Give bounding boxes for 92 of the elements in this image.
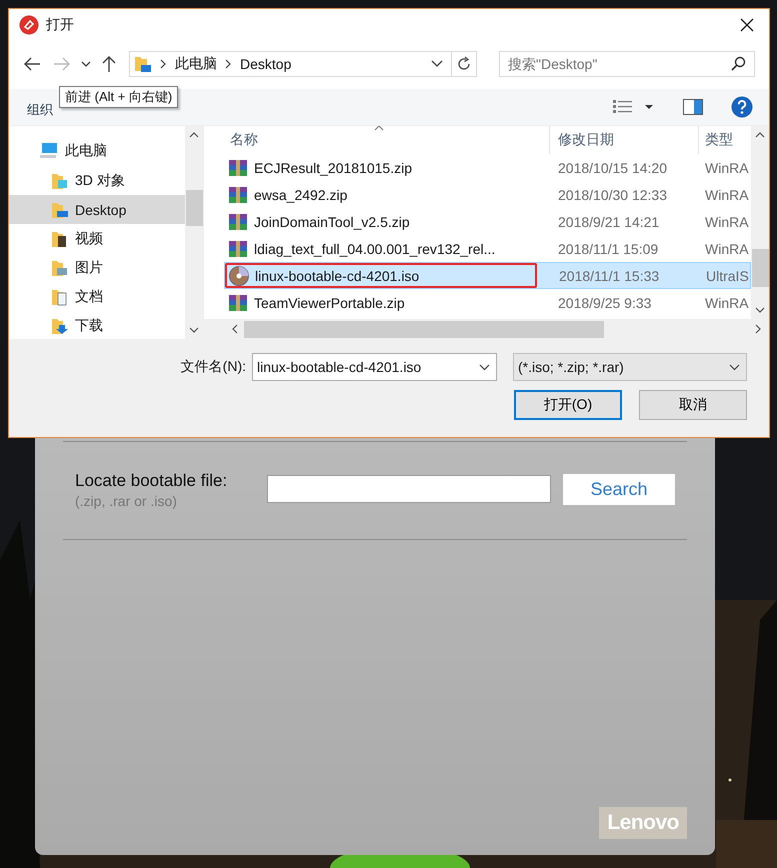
file-row[interactable]: ECJResult_20181015.zip 2018/10/15 14:20 WinRA bbox=[224, 154, 751, 181]
modified-date: 2018/9/21 14:21 bbox=[557, 214, 660, 230]
scroll-left-icon[interactable] bbox=[232, 324, 238, 334]
file-row[interactable]: linux-bootable-cd-4201.iso 2018/11/1 15:33 UltraIS bbox=[224, 262, 751, 289]
column-header[interactable]: 名称 bbox=[224, 126, 550, 154]
caret-icon[interactable] bbox=[81, 61, 91, 67]
scroll-down-icon[interactable] bbox=[189, 327, 199, 333]
chevron-icon bbox=[225, 59, 232, 69]
folder-icon bbox=[51, 316, 69, 334]
file-type-hint: (.zip, .rar or .iso) bbox=[75, 493, 178, 509]
search-icon bbox=[731, 56, 746, 71]
open-button[interactable]: 打开(O) bbox=[514, 390, 622, 420]
search-button[interactable]: Search bbox=[563, 474, 675, 505]
sidebar-item[interactable]: Desktop bbox=[9, 195, 185, 224]
folder-icon bbox=[51, 200, 69, 218]
scroll-up-icon[interactable] bbox=[755, 132, 765, 138]
disc-icon bbox=[229, 266, 249, 286]
cancel-button[interactable]: 取消 bbox=[639, 390, 747, 420]
sidebar-item[interactable]: 3D 对象 bbox=[9, 166, 185, 195]
folder-icon bbox=[51, 288, 69, 306]
sidebar-item[interactable]: 下载 bbox=[9, 311, 185, 339]
help-icon[interactable] bbox=[731, 96, 753, 118]
sidebar-item[interactable]: 此电脑 bbox=[9, 136, 185, 166]
scrollbar-thumb[interactable] bbox=[186, 190, 202, 226]
file-row[interactable]: TeamViewerPortable.zip 2018/9/25 9:33 WinRA bbox=[224, 289, 751, 316]
sidebar-item[interactable]: 图片 bbox=[9, 253, 185, 282]
folder-icon bbox=[51, 258, 69, 276]
caret-icon bbox=[479, 364, 490, 370]
file-name-label: 文件名(N): bbox=[180, 358, 246, 376]
file-type: WinRA bbox=[704, 240, 750, 256]
file-path-field[interactable] bbox=[267, 475, 551, 503]
file-row[interactable]: ewsa_2492.zip 2018/10/30 12:33 WinRA bbox=[224, 181, 751, 208]
file-name: JoinDomainTool_v2.5.zip bbox=[254, 214, 410, 230]
file-name: ewsa_2492.zip bbox=[254, 186, 348, 202]
computer-icon bbox=[39, 143, 59, 159]
caret-icon bbox=[729, 364, 740, 370]
archive-icon bbox=[228, 186, 248, 202]
file-type: UltraIS bbox=[705, 268, 750, 284]
scrollbar[interactable] bbox=[185, 126, 203, 339]
folder-icon bbox=[51, 230, 69, 248]
caret-icon[interactable] bbox=[431, 60, 443, 68]
archive-icon bbox=[228, 160, 248, 176]
folder-icon bbox=[134, 55, 152, 73]
lenovo-logo: Lenovo bbox=[599, 807, 687, 839]
locate-label: Locate bootable file: bbox=[75, 471, 228, 491]
file-name: ldiag_text_full_04.00.001_rev132_rel... bbox=[254, 240, 496, 256]
sidebar-item[interactable]: 视频 bbox=[9, 224, 185, 253]
file-type: WinRA bbox=[704, 214, 750, 230]
scrollbar-thumb[interactable] bbox=[244, 320, 604, 338]
archive-icon bbox=[228, 240, 248, 256]
breadcrumb[interactable]: 此电脑 bbox=[175, 55, 217, 73]
back-arrow-icon[interactable] bbox=[23, 56, 41, 72]
file-type-dropdown[interactable]: (*.iso; *.zip; *.rar) bbox=[513, 353, 747, 381]
tooltip: 前进 (Alt + 向右键) bbox=[59, 86, 178, 108]
scroll-right-icon[interactable] bbox=[755, 324, 761, 334]
close-icon[interactable] bbox=[739, 17, 755, 33]
address-bar[interactable]: 此电脑 Desktop bbox=[129, 51, 477, 77]
file-name-field[interactable]: linux-bootable-cd-4201.iso bbox=[252, 353, 497, 381]
column-header[interactable]: 修改日期 bbox=[550, 126, 699, 154]
file-type: WinRA bbox=[704, 294, 750, 310]
chevron-icon bbox=[160, 59, 167, 69]
refresh-icon[interactable] bbox=[456, 56, 472, 72]
window-title: 打开 bbox=[46, 16, 74, 34]
file-row[interactable]: ldiag_text_full_04.00.001_rev132_rel... 2018/11/1 15:09 WinRA bbox=[224, 235, 751, 262]
preview-pane-icon[interactable] bbox=[683, 99, 703, 115]
search-field[interactable]: 搜索"Desktop" bbox=[499, 51, 755, 77]
archive-icon bbox=[228, 214, 248, 230]
modified-date: 2018/10/15 14:20 bbox=[557, 160, 668, 176]
file-name: TeamViewerPortable.zip bbox=[254, 294, 405, 310]
scroll-up-icon[interactable] bbox=[189, 132, 199, 138]
scrollbar[interactable] bbox=[204, 319, 769, 339]
file-name: linux-bootable-cd-4201.iso bbox=[255, 268, 420, 284]
modified-date: 2018/9/25 9:33 bbox=[557, 294, 652, 310]
modified-date: 2018/11/1 15:09 bbox=[557, 240, 660, 256]
archive-icon bbox=[228, 294, 248, 310]
file-name: ECJResult_20181015.zip bbox=[254, 160, 412, 176]
column-header[interactable]: 类型 bbox=[699, 126, 751, 154]
scrollbar[interactable] bbox=[751, 126, 769, 319]
scrollbar-thumb[interactable] bbox=[752, 249, 768, 287]
sidebar-item[interactable]: 文档 bbox=[9, 282, 185, 311]
file-type: WinRA bbox=[704, 160, 750, 176]
up-arrow-icon[interactable] bbox=[101, 55, 117, 73]
organize-menu[interactable]: 组织 bbox=[27, 95, 53, 119]
folder-icon bbox=[51, 172, 69, 190]
modified-date: 2018/10/30 12:33 bbox=[557, 186, 668, 202]
scroll-down-icon[interactable] bbox=[755, 307, 765, 313]
breadcrumb[interactable]: Desktop bbox=[240, 56, 292, 72]
sort-caret-icon bbox=[374, 126, 384, 131]
app-icon bbox=[19, 15, 39, 35]
file-row[interactable]: JoinDomainTool_v2.5.zip 2018/9/21 14:21 WinRA bbox=[224, 208, 751, 235]
file-type: WinRA bbox=[704, 186, 750, 202]
modified-date: 2018/11/1 15:33 bbox=[558, 268, 660, 284]
